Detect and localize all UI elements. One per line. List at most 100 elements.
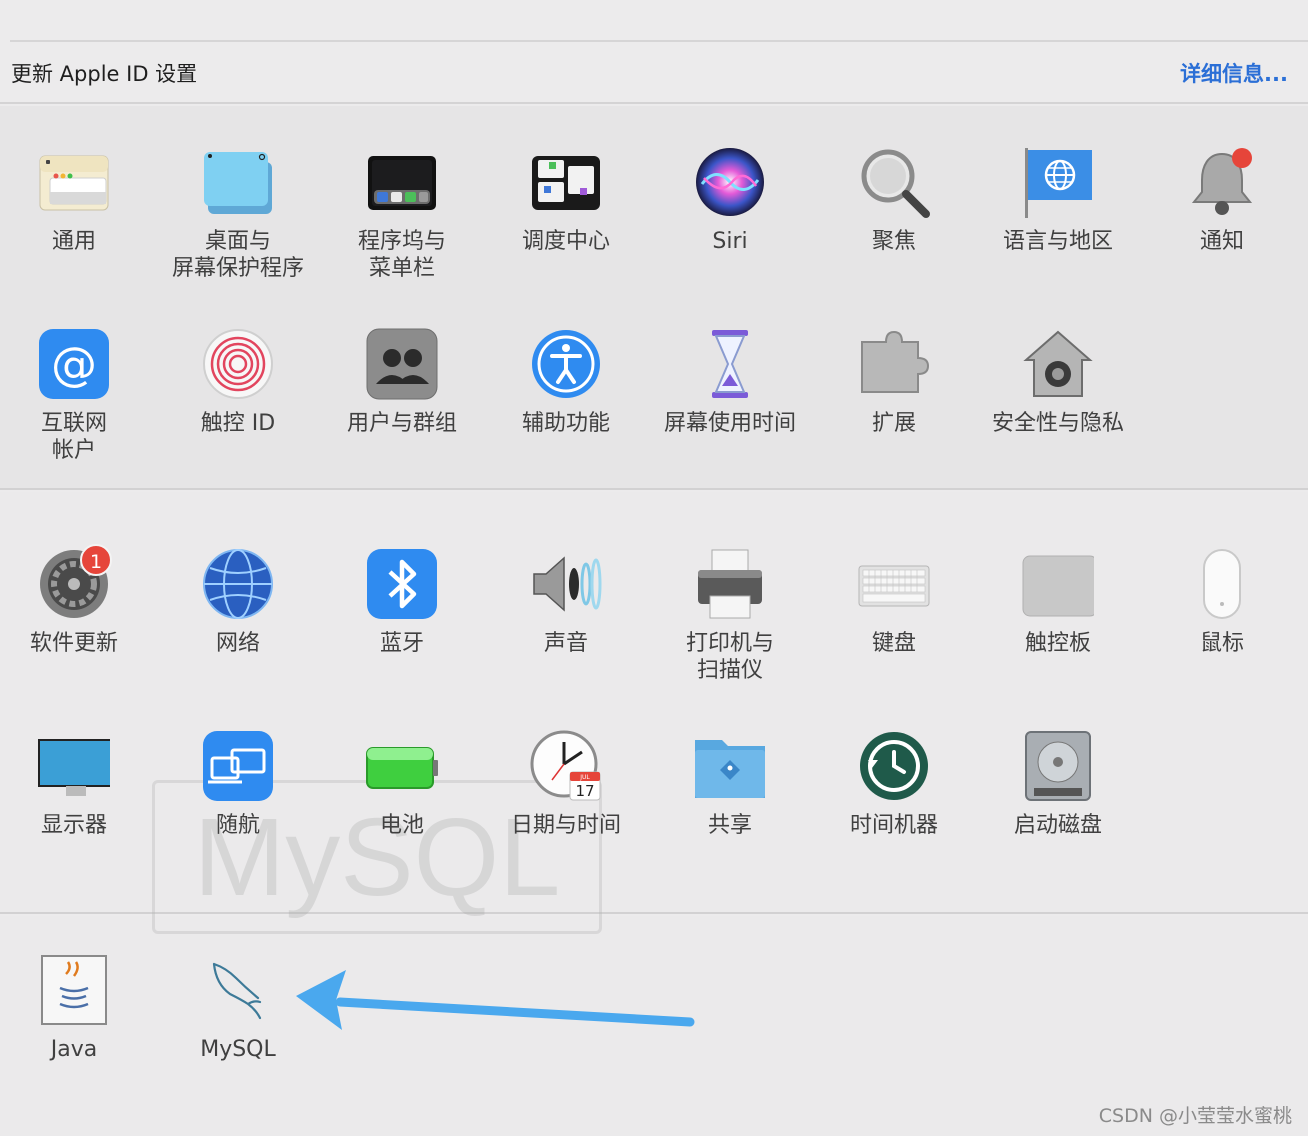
network-icon xyxy=(202,548,274,620)
pane-users-groups[interactable]: 用户与群组 xyxy=(320,328,484,498)
pane-accessibility[interactable]: 辅助功能 xyxy=(484,328,648,498)
pane-label: Java xyxy=(50,1037,98,1062)
pane-trackpad[interactable]: 触控板 xyxy=(976,548,1140,718)
bluetooth-icon xyxy=(366,548,438,620)
battery-icon xyxy=(366,730,438,802)
screen-time-icon xyxy=(694,328,766,400)
pane-sharing[interactable]: 共享 xyxy=(648,730,812,900)
mysql-icon xyxy=(202,954,274,1026)
notification-icon xyxy=(1186,146,1258,218)
pane-label: 程序坞与 菜单栏 xyxy=(357,229,446,281)
pane-screen-time[interactable]: 屏幕使用时间 xyxy=(648,328,812,498)
pane-label: MySQL xyxy=(200,1037,276,1062)
apple-id-update-bar[interactable]: 更新 Apple ID 设置 详细信息... xyxy=(0,42,1308,104)
date-time-icon: JUL 17 xyxy=(530,730,602,802)
pane-label: 日期与时间 xyxy=(510,813,621,838)
pane-label: 键盘 xyxy=(871,631,916,656)
pane-label: 互联网 帐户 xyxy=(40,411,107,463)
pane-language[interactable]: 语言与地区 xyxy=(976,146,1140,316)
pane-label: 蓝牙 xyxy=(379,631,424,656)
security-icon xyxy=(1022,328,1094,400)
pane-battery[interactable]: 电池 xyxy=(320,730,484,900)
calendar-month: JUL xyxy=(579,774,590,781)
pane-label: 启动磁盘 xyxy=(1013,813,1102,838)
pane-label: 屏幕使用时间 xyxy=(663,411,796,436)
pane-label: 聚焦 xyxy=(871,229,916,254)
mission-control-icon xyxy=(530,146,602,218)
dock-icon xyxy=(366,146,438,218)
pane-siri[interactable]: Siri xyxy=(648,146,812,316)
pane-label: 软件更新 xyxy=(29,631,118,656)
pane-label: 调度中心 xyxy=(521,229,610,254)
keyboard-icon xyxy=(858,548,930,620)
pane-printers[interactable]: 打印机与 扫描仪 xyxy=(648,548,812,718)
pane-label: 扩展 xyxy=(871,411,916,436)
pane-sound[interactable]: 声音 xyxy=(484,548,648,718)
pane-label: 桌面与 屏幕保护程序 xyxy=(171,229,304,281)
pane-keyboard[interactable]: 键盘 xyxy=(812,548,976,718)
sound-icon xyxy=(530,548,602,620)
pane-label: 通知 xyxy=(1199,229,1244,254)
pane-label: 用户与群组 xyxy=(346,411,457,436)
pane-label: 安全性与隐私 xyxy=(991,411,1124,436)
pane-date-time[interactable]: JUL 17 日期与时间 xyxy=(484,730,648,900)
pane-label: 时间机器 xyxy=(849,813,938,838)
printer-icon xyxy=(694,548,766,620)
pane-extensions[interactable]: 扩展 xyxy=(812,328,976,498)
pane-label: 显示器 xyxy=(40,813,107,838)
pane-security[interactable]: 安全性与隐私 xyxy=(976,328,1140,498)
calendar-day: 17 xyxy=(575,782,594,800)
pane-label: 鼠标 xyxy=(1199,631,1244,656)
siri-icon xyxy=(694,146,766,218)
pane-sidecar[interactable]: 随航 xyxy=(156,730,320,900)
displays-icon xyxy=(38,730,110,802)
pane-touch-id[interactable]: 触控 ID xyxy=(156,328,320,498)
pane-dock[interactable]: 程序坞与 菜单栏 xyxy=(320,146,484,316)
pane-label: 触控 ID xyxy=(200,411,276,436)
pane-desktop[interactable]: 桌面与 屏幕保护程序 xyxy=(156,146,320,316)
mouse-icon xyxy=(1186,548,1258,620)
language-icon xyxy=(1022,146,1094,218)
pane-mouse[interactable]: 鼠标 xyxy=(1140,548,1304,718)
apple-id-update-text: 更新 Apple ID 设置 xyxy=(11,62,198,86)
general-icon xyxy=(38,146,110,218)
pane-general[interactable]: 通用 xyxy=(0,146,156,316)
pane-label: 通用 xyxy=(51,229,96,254)
desktop-icon xyxy=(202,146,274,218)
update-count-badge: 1 xyxy=(80,544,112,576)
pane-label: 共享 xyxy=(707,813,752,838)
pane-spotlight[interactable]: 聚焦 xyxy=(812,146,976,316)
details-link[interactable]: 详细信息... xyxy=(1180,58,1288,88)
touch-id-icon xyxy=(202,328,274,400)
footer-credit: CSDN @小莹莹水蜜桃 xyxy=(1098,1105,1292,1127)
pane-java[interactable]: Java xyxy=(0,954,156,1124)
trackpad-icon xyxy=(1022,548,1094,620)
pane-startup-disk[interactable]: 启动磁盘 xyxy=(976,730,1140,900)
accessibility-icon xyxy=(530,328,602,400)
pane-notifications[interactable]: 通知 xyxy=(1140,146,1304,316)
time-machine-icon xyxy=(858,730,930,802)
startup-disk-icon xyxy=(1022,730,1094,802)
pane-time-machine[interactable]: 时间机器 xyxy=(812,730,976,900)
svg-text:@: @ xyxy=(51,337,97,391)
pane-internet-accounts[interactable]: @ 互联网 帐户 xyxy=(0,328,156,498)
annotation-arrow xyxy=(296,970,695,1030)
sidecar-icon xyxy=(202,730,274,802)
pane-label: 打印机与 扫描仪 xyxy=(685,631,774,683)
pane-mission-control[interactable]: 调度中心 xyxy=(484,146,648,316)
pane-label: 触控板 xyxy=(1024,631,1091,656)
pane-label: 电池 xyxy=(379,813,424,838)
pane-bluetooth[interactable]: 蓝牙 xyxy=(320,548,484,718)
pane-label: Siri xyxy=(712,229,748,254)
internet-accounts-icon: @ xyxy=(38,328,110,400)
extensions-icon xyxy=(858,328,930,400)
users-groups-icon xyxy=(366,328,438,400)
pane-software-update[interactable]: 1 软件更新 xyxy=(0,544,156,718)
java-icon xyxy=(38,954,110,1026)
sharing-icon xyxy=(694,730,766,802)
pane-displays[interactable]: 显示器 xyxy=(0,730,156,900)
pane-label: 语言与地区 xyxy=(1002,229,1113,254)
spotlight-icon xyxy=(858,146,930,218)
pane-network[interactable]: 网络 xyxy=(156,548,320,718)
pane-label: 随航 xyxy=(215,813,260,838)
